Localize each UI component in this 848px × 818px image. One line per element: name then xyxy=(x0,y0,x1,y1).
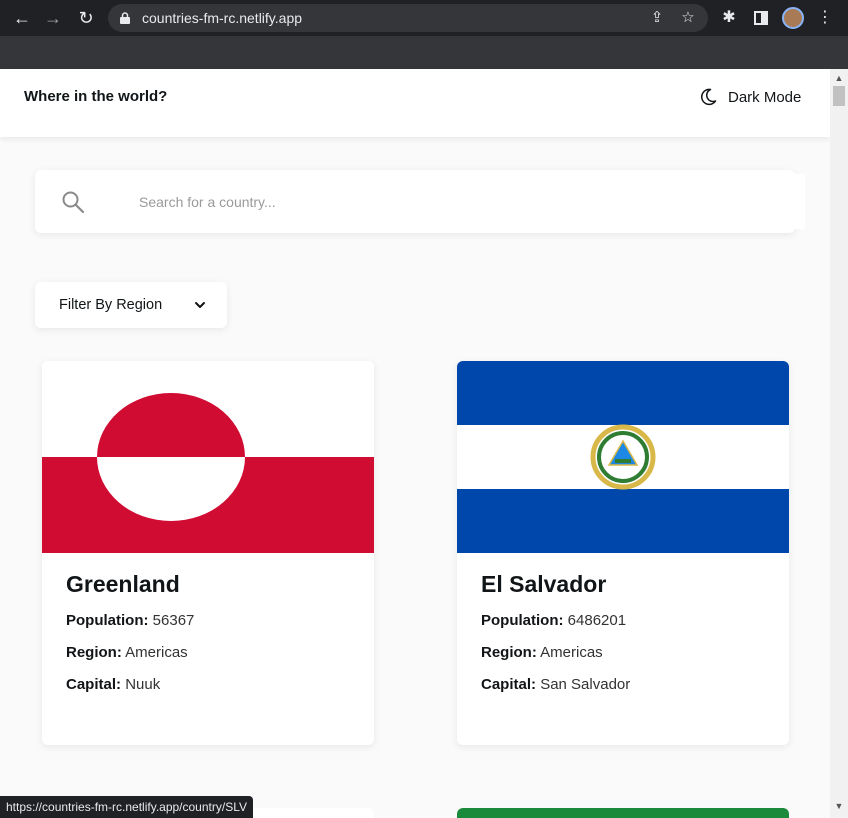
link-status-bubble: https://countries-fm-rc.netlify.app/coun… xyxy=(0,796,253,818)
scroll-down-icon[interactable]: ▼ xyxy=(834,801,844,811)
country-card-partial[interactable] xyxy=(457,808,789,818)
capital-value: San Salvador xyxy=(540,676,631,693)
greenland-flag xyxy=(42,361,374,553)
country-card-el-salvador[interactable]: El Salvador Population: 6486201 Region: … xyxy=(457,361,789,745)
extensions-icon[interactable]: ✱ xyxy=(718,7,740,29)
capital-row: Capital: San Salvador xyxy=(481,676,630,693)
region-filter-label: Filter By Region xyxy=(59,297,163,313)
browser-chrome: ← → ↻ countries-fm-rc.netlify.app ⇪ ☆ ✱ … xyxy=(0,0,848,69)
forward-icon[interactable]: → xyxy=(42,7,64,29)
population-label: Population: xyxy=(66,612,149,629)
region-value: Americas xyxy=(125,644,188,661)
region-row: Region: Americas xyxy=(481,644,603,661)
page-scrollbar[interactable]: ▲ ▼ xyxy=(830,69,848,818)
search-icon xyxy=(62,191,85,214)
search-input[interactable] xyxy=(123,174,805,229)
menu-kebab-icon[interactable]: ⋮ xyxy=(814,7,836,29)
share-icon[interactable]: ⇪ xyxy=(647,8,667,28)
search-box xyxy=(35,170,805,233)
capital-label: Capital: xyxy=(66,676,122,693)
dark-mode-toggle[interactable]: Dark Mode xyxy=(698,83,801,111)
page-header: Where in the world? Dark Mode xyxy=(0,69,830,137)
capital-label: Capital: xyxy=(481,676,537,693)
profile-avatar[interactable] xyxy=(782,7,804,29)
region-row: Region: Americas xyxy=(66,644,188,661)
country-name: El Salvador xyxy=(481,571,607,597)
region-label: Region: xyxy=(66,644,122,661)
region-label: Region: xyxy=(481,644,537,661)
chevron-down-icon xyxy=(195,302,205,308)
reload-icon[interactable]: ↻ xyxy=(75,7,97,29)
region-value: Americas xyxy=(540,644,603,661)
scroll-up-icon[interactable]: ▲ xyxy=(834,73,844,83)
region-filter-dropdown[interactable]: Filter By Region xyxy=(35,282,227,328)
browser-toolbar: ← → ↻ countries-fm-rc.netlify.app ⇪ ☆ ✱ … xyxy=(0,0,848,36)
side-panel-icon[interactable] xyxy=(750,7,772,29)
dark-mode-label: Dark Mode xyxy=(728,88,802,106)
address-bar[interactable]: countries-fm-rc.netlify.app ⇪ ☆ xyxy=(108,4,708,32)
population-value: 6486201 xyxy=(567,612,627,629)
address-url: countries-fm-rc.netlify.app xyxy=(142,10,303,26)
back-icon[interactable]: ← xyxy=(11,7,33,29)
country-name: Greenland xyxy=(66,571,180,597)
scrollbar-thumb[interactable] xyxy=(833,86,845,106)
population-value: 56367 xyxy=(152,612,195,629)
population-row: Population: 56367 xyxy=(66,612,194,629)
population-label: Population: xyxy=(481,612,564,629)
el-salvador-flag xyxy=(457,361,789,553)
moon-icon xyxy=(700,88,717,106)
lock-icon xyxy=(120,12,130,24)
population-row: Population: 6486201 xyxy=(481,612,626,629)
capital-row: Capital: Nuuk xyxy=(66,676,160,693)
capital-value: Nuuk xyxy=(125,676,161,693)
bookmark-star-icon[interactable]: ☆ xyxy=(678,8,698,28)
country-card-greenland[interactable]: Greenland Population: 56367 Region: Amer… xyxy=(42,361,374,745)
page-title: Where in the world? xyxy=(24,88,168,105)
